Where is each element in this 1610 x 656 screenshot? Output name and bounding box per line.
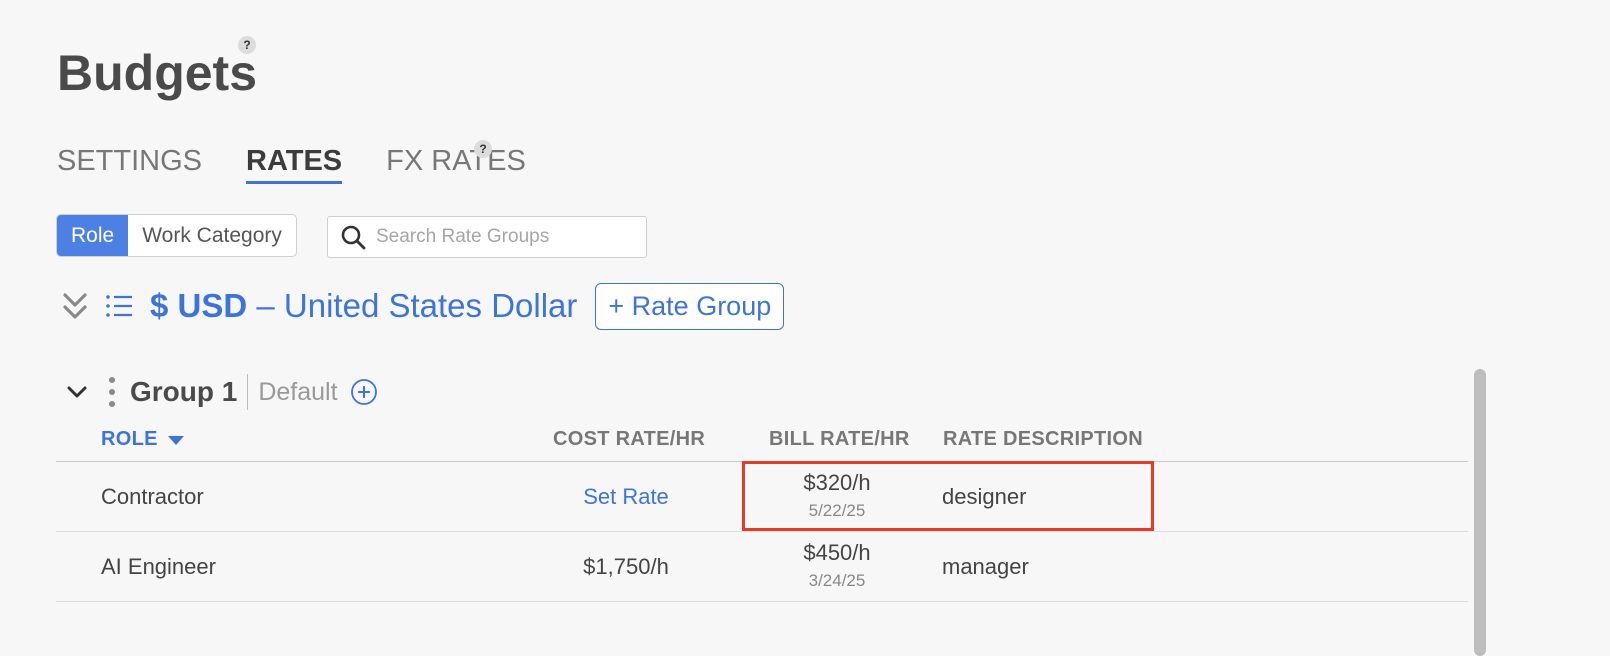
list-icon[interactable]	[104, 293, 134, 319]
group-header: Group 1 Default	[66, 372, 378, 412]
rate-type-toggle: Role Work Category	[56, 214, 297, 257]
column-header-role-label: ROLE	[101, 428, 158, 450]
tab-fx-rates[interactable]: FX RATES	[386, 145, 526, 184]
sort-desc-icon	[167, 435, 184, 445]
set-rate-link[interactable]: Set Rate	[526, 484, 726, 510]
kebab-menu-icon[interactable]	[108, 376, 116, 408]
tab-settings[interactable]: SETTINGS	[57, 145, 202, 184]
add-circle-icon[interactable]	[350, 378, 378, 406]
table-header: ROLE COST RATE/HR BILL RATE/HR RATE DESC…	[56, 424, 1468, 462]
table-row: Contractor Set Rate $320/h 5/22/25 desig…	[56, 462, 1468, 532]
rates-table: ROLE COST RATE/HR BILL RATE/HR RATE DESC…	[56, 424, 1468, 602]
rate-description-cell[interactable]: designer	[942, 484, 1026, 510]
role-cell: Contractor	[101, 484, 204, 509]
bill-rate-amount: $320/h	[803, 470, 871, 495]
currency-header: $ USD – United States Dollar + Rate Grou…	[60, 282, 785, 330]
table-row: AI Engineer $1,750/h $450/h 3/24/25 mana…	[56, 532, 1468, 602]
search-box	[327, 216, 647, 258]
role-cell: AI Engineer	[101, 554, 216, 579]
bill-rate-cell[interactable]: $320/h 5/22/25	[756, 470, 918, 521]
page-title: Budgets	[57, 45, 257, 101]
bill-rate-date: 3/24/25	[808, 571, 866, 590]
search-icon	[341, 225, 366, 250]
tab-rates[interactable]: RATES	[246, 145, 343, 184]
currency-code: $ USD	[150, 287, 248, 324]
currency-name: United States Dollar	[283, 287, 578, 324]
bill-rate-date: 5/22/25	[808, 501, 866, 520]
column-header-bill[interactable]: BILL RATE/HR	[769, 428, 910, 451]
group-default-label: Default	[258, 377, 338, 406]
group-name: Group 1	[130, 376, 238, 407]
toggle-work-category[interactable]: Work Category	[128, 215, 296, 256]
collapse-all-icon[interactable]	[60, 289, 90, 323]
cost-rate-cell[interactable]: $1,750/h	[526, 554, 726, 580]
search-input[interactable]	[376, 226, 636, 248]
chevron-down-icon[interactable]	[66, 381, 88, 403]
column-header-role[interactable]: ROLE	[101, 428, 184, 451]
help-icon[interactable]: ?	[238, 36, 256, 54]
add-rate-group-button[interactable]: + Rate Group	[595, 282, 785, 330]
bill-rate-amount: $450/h	[803, 540, 871, 565]
column-header-cost[interactable]: COST RATE/HR	[553, 428, 705, 451]
scrollbar[interactable]	[1474, 369, 1486, 656]
bill-rate-cell[interactable]: $450/h 3/24/25	[756, 540, 918, 591]
fx-help-icon[interactable]: ?	[474, 140, 492, 158]
rate-description-cell[interactable]: manager	[942, 554, 1029, 580]
tab-bar: SETTINGS RATES FX RATES	[57, 145, 526, 184]
currency-separator: –	[256, 287, 275, 324]
budgets-page: Budgets ? SETTINGS RATES FX RATES ? Role…	[0, 0, 1610, 656]
toggle-role[interactable]: Role	[57, 215, 129, 256]
group-divider	[247, 374, 249, 410]
column-header-description[interactable]: RATE DESCRIPTION	[943, 428, 1143, 451]
currency-title: $ USD – United States Dollar	[150, 287, 577, 325]
